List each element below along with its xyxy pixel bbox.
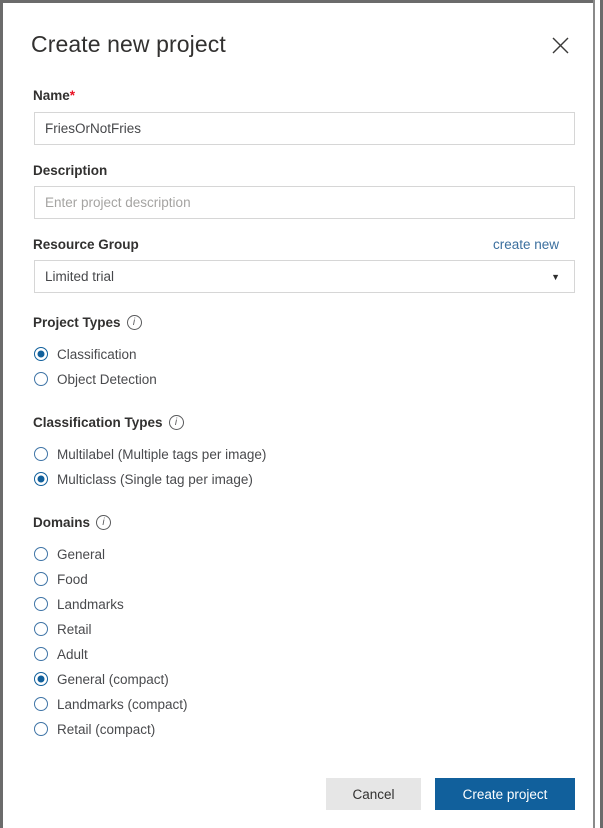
- classification-types-heading-text: Classification Types: [33, 415, 163, 430]
- radio-label: Landmarks (compact): [57, 696, 188, 712]
- radio-mark-icon: [34, 722, 48, 736]
- radio-label: Object Detection: [57, 371, 157, 387]
- resource-group-selected-value: Limited trial: [45, 269, 115, 284]
- radio-label: Landmarks: [57, 596, 124, 612]
- radio-project-type-object-detection[interactable]: Object Detection: [34, 369, 157, 389]
- window-right-edge: [593, 0, 603, 828]
- radio-domain-adult[interactable]: Adult: [34, 644, 88, 664]
- radio-mark-icon: [34, 372, 48, 386]
- radio-label: General (compact): [57, 671, 169, 687]
- radio-label: Adult: [57, 646, 88, 662]
- radio-classification-type-multilabel[interactable]: Multilabel (Multiple tags per image): [34, 444, 266, 464]
- description-input[interactable]: [34, 186, 575, 219]
- domains-heading: Domains i: [33, 515, 112, 530]
- radio-mark-icon: [34, 697, 48, 711]
- required-asterisk: *: [69, 88, 76, 103]
- radio-domain-retail-compact[interactable]: Retail (compact): [34, 719, 155, 739]
- radio-mark-icon: [34, 347, 48, 361]
- create-project-button[interactable]: Create project: [435, 778, 575, 810]
- radio-project-type-classification[interactable]: Classification: [34, 344, 137, 364]
- dialog-viewport: Create new project Name* Description Res…: [0, 0, 603, 828]
- info-icon[interactable]: i: [96, 515, 112, 530]
- project-types-heading-text: Project Types: [33, 315, 121, 330]
- radio-domain-retail[interactable]: Retail: [34, 619, 92, 639]
- info-icon[interactable]: i: [126, 315, 142, 330]
- resource-group-select[interactable]: Limited trial ▼: [34, 260, 575, 293]
- name-label-text: Name: [33, 88, 70, 103]
- page-title: Create new project: [31, 31, 226, 57]
- create-new-project-dialog: Create new project Name* Description Res…: [3, 3, 590, 828]
- info-icon[interactable]: i: [168, 415, 184, 430]
- radio-mark-icon: [34, 572, 48, 586]
- radio-domain-landmarks[interactable]: Landmarks: [34, 594, 124, 614]
- radio-domain-general-compact[interactable]: General (compact): [34, 669, 169, 689]
- close-icon[interactable]: [544, 29, 576, 61]
- radio-label: Retail: [57, 621, 92, 637]
- create-new-resource-group-link[interactable]: create new: [493, 237, 559, 252]
- project-types-heading: Project Types i: [33, 315, 142, 330]
- radio-mark-icon: [34, 597, 48, 611]
- chevron-down-icon: ▼: [551, 271, 560, 282]
- radio-label: Food: [57, 571, 88, 587]
- radio-mark-icon: [34, 447, 48, 461]
- radio-classification-type-multiclass[interactable]: Multiclass (Single tag per image): [34, 469, 253, 489]
- radio-domain-general[interactable]: General: [34, 544, 105, 564]
- cancel-button[interactable]: Cancel: [326, 778, 421, 810]
- radio-mark-icon: [34, 672, 48, 686]
- radio-domain-food[interactable]: Food: [34, 569, 88, 589]
- classification-types-heading: Classification Types i: [33, 415, 184, 430]
- name-input[interactable]: [34, 112, 575, 145]
- radio-domain-landmarks-compact[interactable]: Landmarks (compact): [34, 694, 188, 714]
- radio-mark-icon: [34, 647, 48, 661]
- radio-mark-icon: [34, 472, 48, 486]
- description-label: Description: [33, 163, 108, 178]
- radio-label: General: [57, 546, 106, 562]
- radio-label: Classification: [57, 346, 137, 362]
- radio-label: Multilabel (Multiple tags per image): [57, 446, 267, 462]
- radio-mark-icon: [34, 622, 48, 636]
- domains-heading-text: Domains: [33, 515, 91, 530]
- resource-group-label: Resource Group: [33, 237, 139, 252]
- name-label: Name*: [33, 88, 75, 103]
- radio-label: Retail (compact): [57, 721, 156, 737]
- radio-mark-icon: [34, 547, 48, 561]
- radio-label: Multiclass (Single tag per image): [57, 471, 253, 487]
